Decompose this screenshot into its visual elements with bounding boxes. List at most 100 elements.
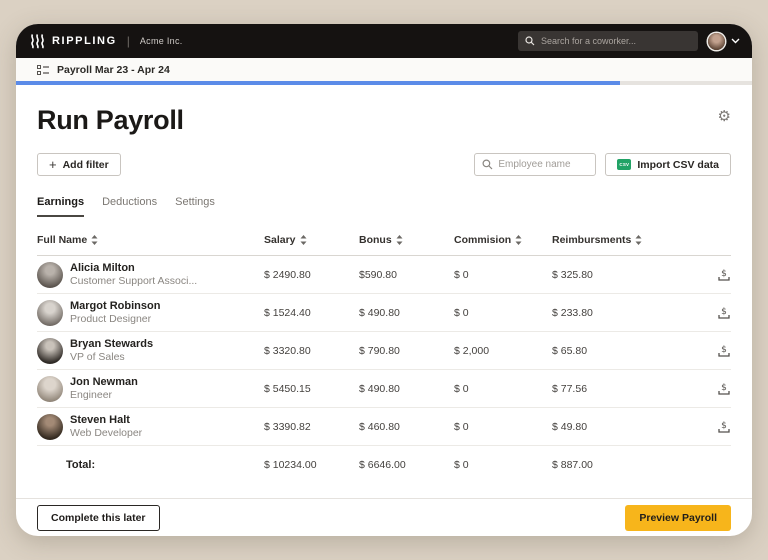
table-row[interactable]: Margot Robinson Product Designer $ 1524.… — [37, 294, 731, 332]
brand-name: RIPPLING — [52, 35, 117, 47]
total-bonus: $ 6646.00 — [359, 459, 406, 471]
complete-later-button[interactable]: Complete this later — [37, 504, 160, 531]
table-row[interactable]: Steven Halt Web Developer $ 3390.82 $ 46… — [37, 408, 731, 446]
reimbursement-value: $ 233.80 — [552, 306, 593, 319]
app-window: RIPPLING | Acme Inc. Payroll Ma — [16, 24, 752, 536]
gear-icon[interactable]: ⚙ — [718, 109, 731, 124]
table-total-row: Total: $ 10234.00 $ 6646.00 $ 0 $ 887.00 — [37, 446, 731, 484]
payroll-list-icon — [37, 64, 49, 76]
main-content: Run Payroll ⚙ + Add filter CSV Import CS… — [16, 85, 752, 498]
commission-value: $ 0 — [454, 382, 469, 395]
breadcrumb[interactable]: Payroll Mar 23 - Apr 24 — [57, 64, 170, 76]
salary-value: $ 1524.40 — [264, 306, 311, 319]
tab-bar: Earnings Deductions Settings — [37, 196, 731, 217]
footer-bar: Complete this later Preview Payroll — [16, 498, 752, 536]
table-row[interactable]: Jon Newman Engineer $ 5450.15 $ 490.80 $… — [37, 370, 731, 408]
employee-avatar — [37, 261, 63, 288]
employee-name-search[interactable] — [474, 153, 597, 176]
employee-role: Customer Support Associ... — [70, 274, 198, 287]
commission-value: $ 2,000 — [454, 344, 490, 357]
employee-avatar — [37, 337, 63, 364]
employee-name: Steven Halt — [70, 413, 130, 426]
employee-name-input[interactable] — [498, 159, 589, 170]
employee-avatar — [37, 299, 63, 326]
sort-icon — [515, 235, 522, 245]
coworker-search-input[interactable] — [541, 36, 691, 46]
employee-role: Product Designer — [70, 312, 152, 325]
download-paystub-icon[interactable]: $ — [717, 344, 731, 358]
search-icon — [525, 36, 535, 46]
download-paystub-icon[interactable]: $ — [717, 382, 731, 396]
svg-text:$: $ — [721, 421, 727, 431]
bonus-value: $ 490.80 — [359, 306, 400, 319]
add-filter-button[interactable]: + Add filter — [37, 153, 121, 176]
plus-icon: + — [49, 157, 57, 172]
bonus-value: $ 490.80 — [359, 382, 400, 395]
salary-value: $ 3390.82 — [264, 420, 311, 433]
total-salary: $ 10234.00 — [264, 459, 317, 471]
total-reimbursement: $ 887.00 — [552, 459, 593, 471]
download-paystub-icon[interactable]: $ — [717, 268, 731, 282]
toolbar: + Add filter CSV Import CSV data — [37, 153, 731, 176]
top-navigation-bar: RIPPLING | Acme Inc. — [16, 24, 752, 58]
total-label: Total: — [66, 459, 96, 471]
import-csv-button[interactable]: CSV Import CSV data — [605, 153, 731, 176]
svg-text:$: $ — [721, 269, 727, 279]
commission-value: $ 0 — [454, 306, 469, 319]
add-filter-label: Add filter — [62, 158, 109, 171]
svg-text:$: $ — [721, 345, 727, 355]
sort-icon — [91, 235, 98, 245]
column-header-reimbursements[interactable]: Reimbursments — [552, 234, 701, 246]
employee-name: Jon Newman — [70, 375, 138, 388]
user-avatar[interactable] — [708, 32, 725, 50]
table-row[interactable]: Bryan Stewards VP of Sales $ 3320.80 $ 7… — [37, 332, 731, 370]
bonus-value: $ 790.80 — [359, 344, 400, 357]
sort-icon — [396, 235, 403, 245]
svg-text:$: $ — [721, 307, 727, 317]
reimbursement-value: $ 65.80 — [552, 344, 588, 357]
table-body: Alicia Milton Customer Support Associ...… — [37, 256, 731, 446]
sort-icon — [635, 235, 642, 245]
column-header-salary[interactable]: Salary — [264, 234, 359, 246]
tab-deductions[interactable]: Deductions — [102, 196, 157, 217]
tab-earnings[interactable]: Earnings — [37, 196, 85, 217]
company-name: Acme Inc. — [139, 36, 183, 46]
svg-text:$: $ — [721, 383, 727, 393]
employee-role: Web Developer — [70, 426, 143, 439]
reimbursement-value: $ 77.56 — [552, 382, 588, 395]
employee-role: VP of Sales — [70, 350, 125, 363]
employee-role: Engineer — [70, 388, 113, 401]
column-header-bonus[interactable]: Bonus — [359, 234, 454, 246]
search-icon — [482, 159, 493, 170]
coworker-search[interactable] — [518, 31, 698, 51]
total-commission: $ 0 — [454, 459, 469, 471]
employee-avatar — [37, 413, 63, 440]
column-header-commission[interactable]: Commision — [454, 234, 552, 246]
download-paystub-icon[interactable]: $ — [717, 420, 731, 434]
salary-value: $ 2490.80 — [264, 268, 311, 281]
page-title: Run Payroll — [37, 105, 184, 135]
preview-payroll-button[interactable]: Preview Payroll — [625, 504, 731, 531]
commission-value: $ 0 — [454, 420, 469, 433]
breadcrumb-bar: Payroll Mar 23 - Apr 24 — [16, 58, 752, 85]
import-csv-label: Import CSV data — [637, 158, 719, 171]
csv-file-icon: CSV — [617, 159, 632, 170]
bonus-value: $ 460.80 — [359, 420, 400, 433]
employee-name: Alicia Milton — [70, 261, 135, 274]
employee-avatar — [37, 375, 63, 402]
salary-value: $ 5450.15 — [264, 382, 311, 395]
reimbursement-value: $ 325.80 — [552, 268, 593, 281]
employee-name: Bryan Stewards — [70, 337, 154, 350]
table-row[interactable]: Alicia Milton Customer Support Associ...… — [37, 256, 731, 294]
commission-value: $ 0 — [454, 268, 469, 281]
column-header-full-name[interactable]: Full Name — [37, 234, 264, 246]
tab-settings[interactable]: Settings — [175, 196, 215, 217]
table-header: Full Name Salary Bonus Commision Reimbur… — [37, 234, 731, 256]
logo-divider: | — [126, 34, 130, 48]
sort-icon — [300, 235, 307, 245]
rippling-logo-icon — [30, 33, 45, 49]
download-paystub-icon[interactable]: $ — [717, 306, 731, 320]
salary-value: $ 3320.80 — [264, 344, 311, 357]
bonus-value: $590.80 — [359, 268, 397, 281]
chevron-down-icon[interactable] — [731, 38, 740, 44]
